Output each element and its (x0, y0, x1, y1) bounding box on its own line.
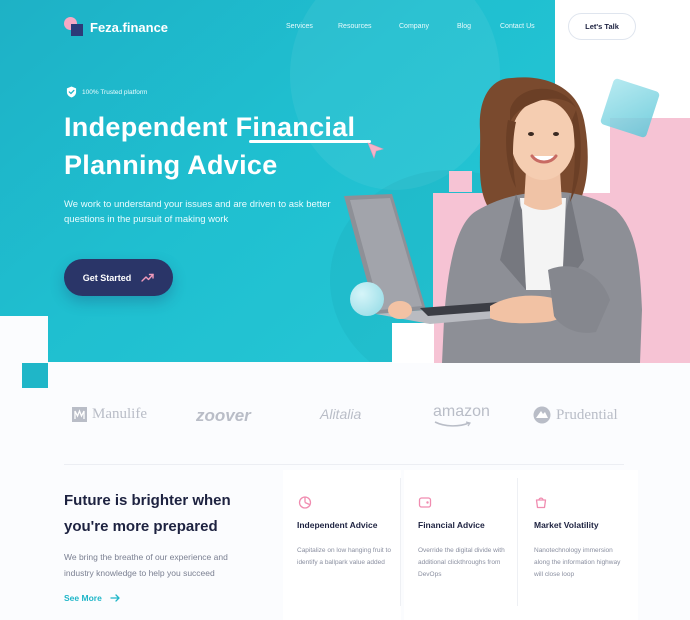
section-divider (64, 464, 624, 465)
partner-logo-zoover: zoover (196, 406, 251, 425)
manulife-m-icon (72, 407, 87, 422)
woman-with-laptop-photo (344, 77, 642, 363)
arrow-right-icon (110, 594, 120, 602)
hero-title-highlight: Financial (235, 112, 356, 142)
trusted-text: 100% Trusted platform (82, 88, 148, 96)
partner-logo-manulife: Manulife (72, 406, 147, 423)
logo-icon (64, 17, 84, 37)
feature-title: Financial Advice (418, 520, 485, 530)
partner-name: Prudential (556, 406, 618, 423)
section-heading: Future is brighter when you're more prep… (64, 492, 231, 535)
partner-logo-alitalia: Alitalia (320, 406, 362, 422)
pie-chart-icon (298, 496, 312, 509)
lets-talk-button[interactable]: Let's Talk (568, 13, 636, 40)
nav-services[interactable]: Services (286, 23, 313, 30)
nav-company[interactable]: Company (399, 23, 429, 30)
amazon-smile-icon (434, 421, 471, 427)
partner-logo-prudential: Prudential (533, 406, 618, 424)
see-more-label: See More (64, 593, 102, 603)
feature-text: Capitalize on low hanging fruit to ident… (297, 547, 391, 566)
hero-subtitle: We work to understand your issues and ar… (64, 199, 331, 225)
trusted-badge: 100% Trusted platform (66, 86, 147, 98)
get-started-button[interactable]: Get Started (64, 259, 173, 296)
nav-contact[interactable]: Contact Us (500, 23, 535, 30)
hero-title: Independent Financial Planning Advice (64, 108, 355, 184)
prudential-rock-icon (533, 406, 551, 424)
logo[interactable]: Feza.finance (64, 17, 168, 37)
teal-square (22, 363, 48, 388)
white-square (0, 316, 48, 362)
feature-text: Override the digital divide with additio… (418, 547, 505, 578)
feature-title: Market Volatility (534, 520, 599, 530)
nav-blog[interactable]: Blog (457, 23, 471, 30)
hero-title-part: Independent (64, 112, 236, 142)
partner-name: Manulife (92, 406, 147, 422)
card-divider (517, 478, 518, 606)
sphere-decor (350, 282, 384, 316)
see-more-link[interactable]: See More (64, 593, 120, 603)
hero-title-line2: Planning Advice (64, 150, 278, 180)
bag-icon (535, 497, 547, 509)
partner-name: amazon (433, 403, 490, 420)
nav-resources[interactable]: Resources (338, 23, 371, 30)
section-text: We bring the breathe of our experience a… (64, 552, 228, 578)
card-divider (400, 478, 401, 606)
trend-up-icon (141, 273, 154, 282)
get-started-label: Get Started (82, 272, 132, 283)
brand-name: Feza.finance (90, 19, 169, 35)
feature-title: Independent Advice (297, 520, 378, 530)
shield-check-icon (66, 86, 77, 98)
partner-logo-amazon: amazon (433, 403, 490, 428)
wallet-icon (418, 497, 432, 508)
feature-text: Nanotechnology immersion along the infor… (534, 547, 621, 578)
landing-page: Feza.finance Services Resources Company … (0, 0, 690, 620)
